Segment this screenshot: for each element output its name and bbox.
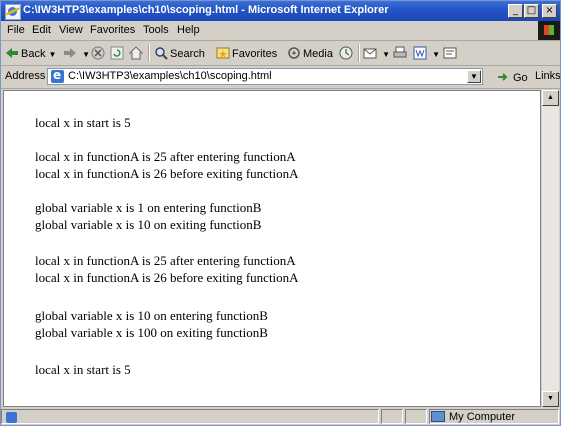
home-icon [128,46,144,60]
history-icon [339,46,353,60]
standard-toolbar: Back ▼ ▼ Search Favorites Media ▼ ▼ [1,41,560,66]
output-line: local x in functionA is 26 before exitin… [35,270,299,285]
output-paragraph: local x in start is 5 [35,361,131,378]
favorites-icon [216,46,230,60]
page-icon [51,68,64,83]
internet-explorer-icon [5,4,21,20]
browser-window: C:\IW3HTP3\examples\ch10\scoping.html - … [0,0,561,426]
discuss-icon [443,46,457,60]
search-button[interactable]: Search [154,46,205,60]
links-button[interactable]: Links [535,70,561,82]
my-computer-icon [431,411,445,422]
minimize-button[interactable]: _ [508,4,523,18]
forward-arrow-icon [63,46,77,60]
output-line: global variable x is 1 on entering funct… [35,200,262,215]
back-arrow-icon [5,46,19,60]
output-paragraph: global variable x is 1 on entering funct… [35,199,261,233]
mail-button[interactable]: ▼ [363,46,390,60]
output-line: local x in functionA is 25 after enterin… [35,149,296,164]
menu-favorites[interactable]: Favorites [90,24,135,36]
output-line: global variable x is 100 on exiting func… [35,325,268,340]
back-dropdown-icon[interactable]: ▼ [49,50,57,59]
discuss-button[interactable] [443,46,459,60]
back-label: Back [21,48,46,60]
output-line: local x in functionA is 26 before exitin… [35,166,299,181]
go-arrow-icon [497,70,511,84]
output-line: local x in start is 5 [35,362,131,377]
print-button[interactable] [393,46,409,60]
mail-dropdown-icon[interactable]: ▼ [382,50,390,59]
output-paragraph: global variable x is 10 on entering func… [35,307,268,341]
media-label: Media [303,48,333,60]
favorites-button[interactable]: Favorites [216,46,277,60]
address-bar: Address C:\IW3HTP3\examples\ch10\scoping… [1,66,561,89]
output-paragraph: local x in functionA is 25 after enterin… [35,148,299,182]
close-button[interactable]: × [542,4,557,18]
media-button[interactable]: Media [287,46,333,60]
status-text-cell [1,409,379,424]
back-button[interactable]: Back ▼ [5,46,56,60]
status-cell [381,409,403,424]
restore-button[interactable]: □ [524,4,539,18]
print-icon [393,46,407,60]
address-dropdown-button[interactable]: ▼ [467,70,481,83]
page-content: local x in start is 5 local x in functio… [3,90,541,407]
window-title: C:\IW3HTP3\examples\ch10\scoping.html - … [23,4,389,16]
menu-edit[interactable]: Edit [32,24,51,36]
menu-help[interactable]: Help [177,24,200,36]
address-value: C:\IW3HTP3\examples\ch10\scoping.html [68,70,272,82]
search-label: Search [170,48,205,60]
stop-icon [91,46,105,60]
home-button[interactable] [128,46,145,60]
toolbar-separator [358,44,360,62]
menu-view[interactable]: View [59,24,83,36]
favorites-label: Favorites [232,48,278,60]
forward-button[interactable]: ▼ [63,46,90,60]
stop-button[interactable] [91,46,107,60]
output-paragraph: local x in functionA is 25 after enterin… [35,252,299,286]
status-bar: My Computer [1,408,560,425]
address-input[interactable]: C:\IW3HTP3\examples\ch10\scoping.html ▼ [47,68,483,85]
go-button[interactable]: Go [497,70,528,84]
output-line: local x in start is 5 [35,115,131,130]
output-line: global variable x is 10 on exiting funct… [35,217,262,232]
go-label: Go [513,72,528,84]
title-bar: C:\IW3HTP3\examples\ch10\scoping.html - … [1,1,560,21]
output-line: local x in functionA is 25 after enterin… [35,253,296,268]
menu-tools[interactable]: Tools [143,24,169,36]
security-zone-label: My Computer [449,411,516,423]
toolbar-separator [148,44,150,62]
edit-button[interactable]: ▼ [413,46,440,60]
output-line: global variable x is 10 on entering func… [35,308,268,323]
search-icon [154,46,168,60]
media-icon [287,46,301,60]
refresh-button[interactable] [110,46,126,60]
edit-dropdown-icon[interactable]: ▼ [432,50,440,59]
scroll-down-button[interactable]: ▼ [542,391,559,407]
refresh-icon [110,46,124,60]
menu-bar: File Edit View Favorites Tools Help [1,21,560,41]
word-edit-icon [413,46,427,60]
mail-icon [363,46,377,60]
forward-dropdown-icon[interactable]: ▼ [82,50,90,59]
status-cell [405,409,427,424]
menu-file[interactable]: File [7,24,25,36]
history-button[interactable] [339,46,355,60]
windows-logo-icon [538,21,560,40]
page-status-icon [6,412,17,423]
output-paragraph: local x in start is 5 [35,114,131,131]
scroll-up-button[interactable]: ▲ [542,90,559,106]
vertical-scrollbar[interactable]: ▲ ▼ [542,90,559,407]
address-label: Address [5,70,46,82]
